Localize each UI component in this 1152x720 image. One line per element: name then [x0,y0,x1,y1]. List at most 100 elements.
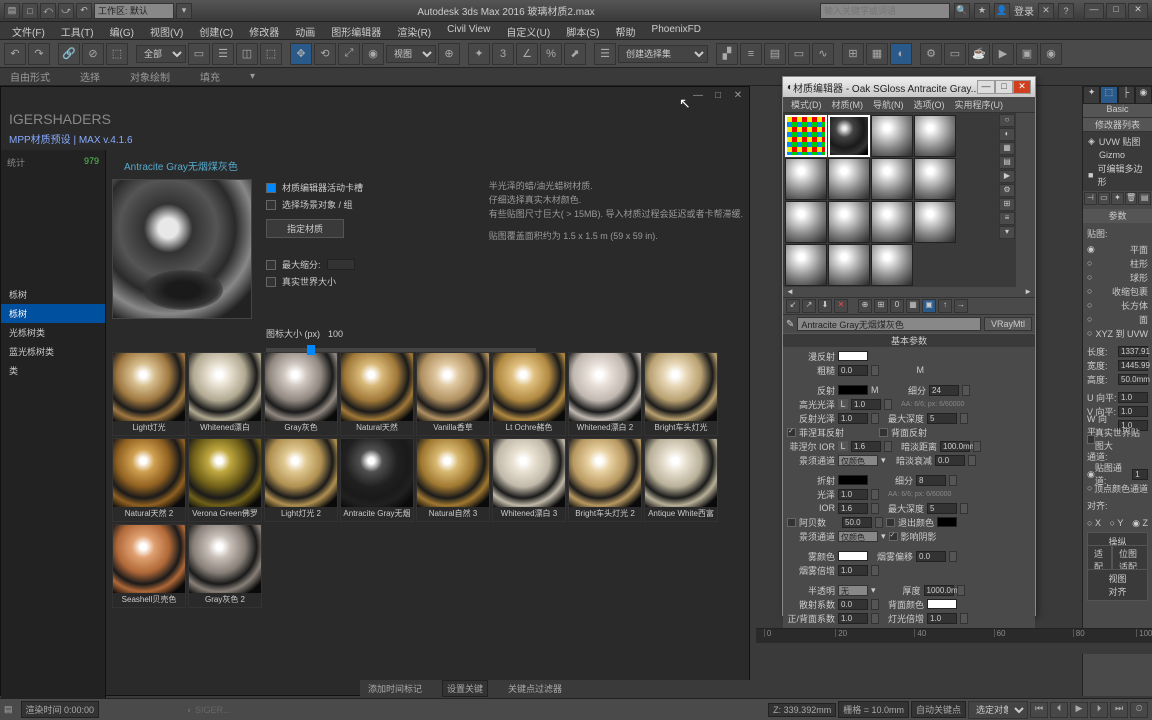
icon-size-slider[interactable] [266,348,536,352]
remove-icon[interactable]: 🗑 [1125,192,1138,205]
menu-item[interactable]: 渲染(R) [389,22,439,39]
sample-slot[interactable] [828,244,870,286]
render-prod-icon[interactable]: ▣ [1016,43,1038,65]
refl-swatch[interactable] [838,385,868,395]
mated-menu[interactable]: 材质(M) [828,97,868,112]
redo-icon[interactable]: ↷ [28,43,50,65]
apply-sel-chk[interactable] [266,200,276,210]
schematic-icon[interactable]: ⊞ [842,43,864,65]
timeline[interactable]: 0 20 40 60 80 100 [756,628,1152,654]
mated-menu[interactable]: 选项(O) [910,97,949,112]
place-icon[interactable]: ◉ [362,43,384,65]
menu-item[interactable]: 图形编辑器 [323,22,389,39]
sample-slot[interactable] [828,201,870,243]
undo-icon[interactable]: ↶ [4,43,26,65]
menu-item[interactable]: 修改器 [241,22,287,39]
assign-icon[interactable]: ⬇ [818,299,832,313]
named-sel-combo[interactable]: 创建选择集 [618,45,708,63]
ribbon-icon[interactable]: ▭ [788,43,810,65]
render-frame-icon[interactable]: ▭ [944,43,966,65]
material-thumb[interactable]: Light灯光 2 [264,438,338,522]
material-thumb[interactable]: Natural天然 [340,352,414,436]
cat-item[interactable]: 类 [1,361,105,380]
material-thumb[interactable]: Natural天然 2 [112,438,186,522]
diffuse-swatch[interactable] [838,351,868,361]
material-thumb[interactable]: Antique White西富白 [644,438,718,522]
show-map-icon[interactable]: ▦ [906,299,920,313]
get-mat-icon[interactable]: ↙ [786,299,800,313]
material-thumb[interactable]: Gray灰色 [264,352,338,436]
sample-slot[interactable] [785,244,827,286]
set-key-btn[interactable]: 设置关键 [442,680,488,697]
mat-name-field[interactable]: Antracite Gray无烟煤灰色 [797,317,981,331]
new-btn[interactable]: □ [22,3,38,19]
rollout-header[interactable]: 基本参数 [783,333,1035,347]
sample-slot[interactable] [828,158,870,200]
rect-sel-icon[interactable]: ◫ [236,43,258,65]
backlight-icon[interactable]: ◐ [999,128,1015,141]
fresnel-chk[interactable] [787,428,796,437]
pct-snap-icon[interactable]: % [540,43,562,65]
material-thumb[interactable]: Gray灰色 2 [188,524,262,608]
spinner-snap-icon[interactable]: ⬈ [564,43,586,65]
delete-icon[interactable]: ✕ [834,299,848,313]
cat-item[interactable]: 栎树 [1,304,105,323]
time-cfg-icon[interactable]: ⏲ [1130,702,1148,718]
active-slot-chk[interactable] [266,183,276,193]
sample-type-icon[interactable]: ○ [999,114,1015,127]
menu-item[interactable]: 动画 [287,22,323,39]
material-thumb[interactable]: Whitened漂白 3 [492,438,566,522]
hier-tab-icon[interactable]: ├ [1118,86,1135,104]
mat-type-button[interactable]: VRayMtl [984,317,1032,331]
sample-slot[interactable] [871,244,913,286]
real-world-chk[interactable] [266,277,276,287]
put-mat-icon[interactable]: ↗ [802,299,816,313]
cat-item[interactable]: 栎树 [1,285,105,304]
move-icon[interactable]: ✥ [290,43,312,65]
view-align-button[interactable]: 视图对齐 [1087,569,1148,601]
key-filter[interactable]: 选定对象 [968,701,1028,719]
mod-item[interactable]: ◈UVW 贴图 [1085,134,1150,149]
undo-btn[interactable]: ↶ [76,3,92,19]
material-thumb[interactable]: Verona Green佛罗意迪 [188,438,262,522]
material-thumb[interactable]: Bright车头灯光 2 [568,438,642,522]
rotate-icon[interactable]: ⟲ [314,43,336,65]
fav-icon[interactable]: ✕ [1038,3,1054,19]
snap-icon[interactable]: 3 [492,43,514,65]
mated-menu[interactable]: 实用程序(U) [951,97,1008,112]
mated-max[interactable]: □ [995,80,1013,94]
opts-icon[interactable]: ⚙ [999,184,1015,197]
ribbon-tab[interactable]: 选择 [80,69,100,84]
fog-swatch[interactable] [838,551,868,561]
help-icon[interactable]: ? [1058,3,1074,19]
align-icon[interactable]: ≡ [740,43,762,65]
ribbon-drop-icon[interactable]: ▾ [250,71,255,82]
mated-min[interactable]: — [977,80,995,94]
mirror-icon[interactable]: ▞ [716,43,738,65]
slot-next[interactable]: ► [1024,287,1032,297]
menu-item[interactable]: 工具(T) [53,22,102,39]
assign-button[interactable]: 指定材质 [266,219,344,238]
angle-snap-icon[interactable]: ∠ [516,43,538,65]
close-btn[interactable]: ✕ [1128,3,1148,19]
mated-close[interactable]: ✕ [1013,80,1031,94]
open-btn[interactable]: ⤺ [40,3,56,19]
cat-item[interactable]: 蓝光栎树类 [1,342,105,361]
video-icon[interactable]: ▶ [999,170,1015,183]
ribbon-tab[interactable]: 对象绘制 [130,69,170,84]
material-thumb[interactable]: Bright车头灯光 [644,352,718,436]
named-sel-icon[interactable]: ☰ [594,43,616,65]
window-sel-icon[interactable]: ⬚ [260,43,282,65]
goto-start-icon[interactable]: ⏮ [1030,702,1048,718]
pivot-icon[interactable]: ⊕ [438,43,460,65]
user-icon[interactable]: 👤 [994,3,1010,19]
mated-icon[interactable]: ◐ [890,43,912,65]
make-unique-icon[interactable]: ⊕ [858,299,872,313]
app-icon[interactable]: ▤ [4,3,20,19]
mod-list-hdr[interactable]: 修改器列表 [1083,118,1152,132]
goto-end-icon[interactable]: ⏭ [1110,702,1128,718]
render-iter-icon[interactable]: ▶ [992,43,1014,65]
material-thumb[interactable]: Seashell贝壳色 [112,524,186,608]
menu-item[interactable]: 自定义(U) [498,22,558,39]
pick-icon[interactable]: ✎ [786,319,794,330]
